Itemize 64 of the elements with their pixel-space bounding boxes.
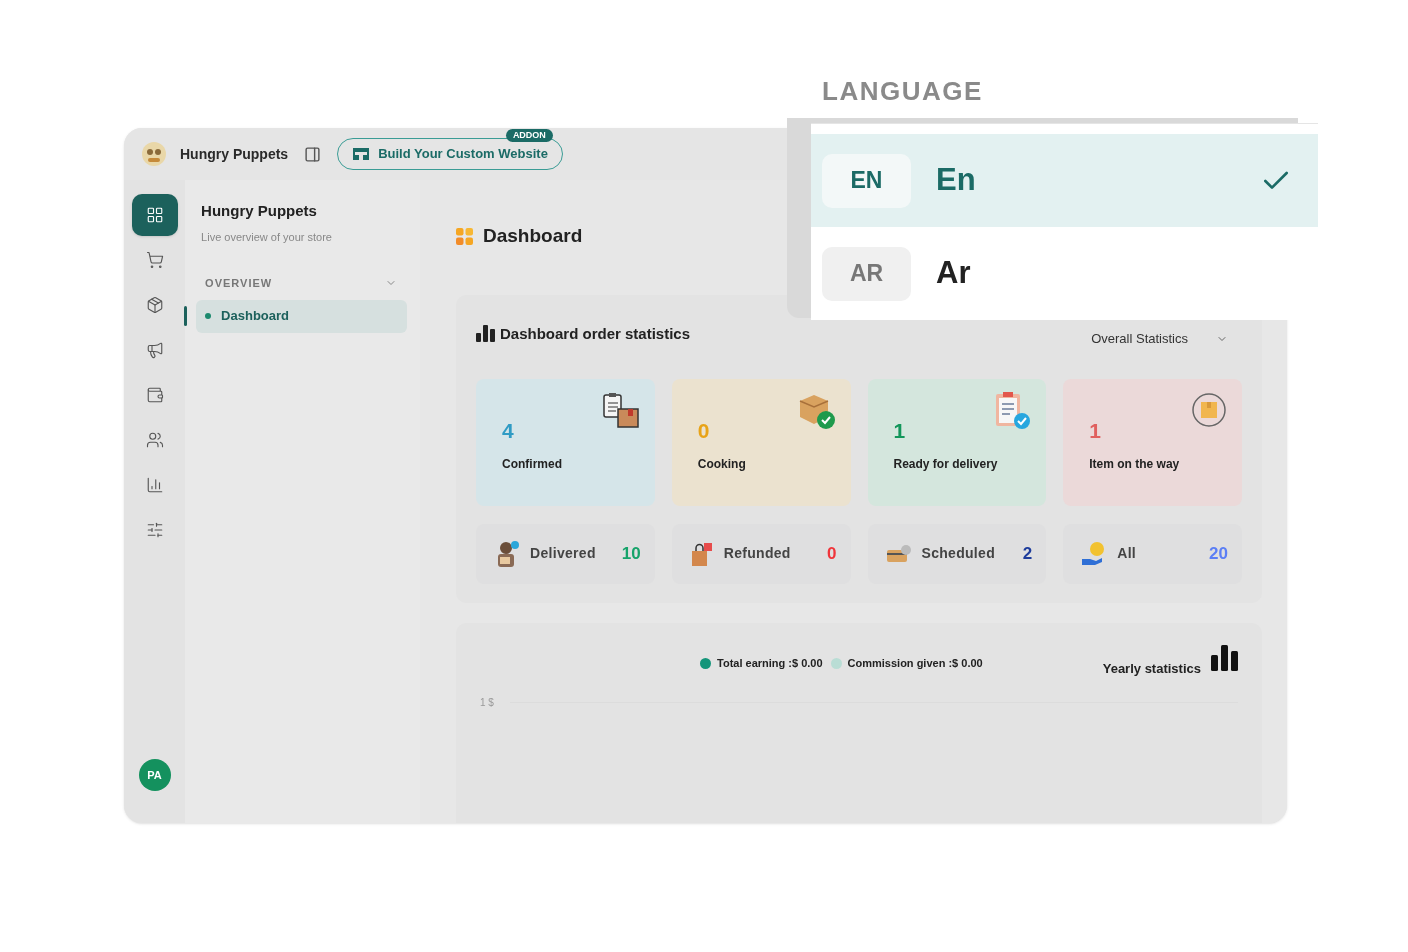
panel-toggle-icon[interactable] xyxy=(304,145,322,163)
language-option[interactable]: EN En xyxy=(811,134,1318,227)
bar-chart-icon xyxy=(1211,645,1238,671)
box-icon xyxy=(145,296,164,314)
shopping-bag-icon xyxy=(689,540,714,567)
status-count: 1 xyxy=(1089,418,1102,443)
wallet-icon xyxy=(145,386,164,404)
status-count: 1 xyxy=(893,418,907,443)
chart-title: Yearly statistics xyxy=(1102,660,1201,678)
page-title: Dashboard xyxy=(483,223,583,248)
users-icon xyxy=(145,431,164,449)
status-label: Confirmed xyxy=(502,455,563,473)
status-tile[interactable]: All 20 xyxy=(1063,523,1242,584)
nav-item[interactable]: Dashboard xyxy=(196,299,407,333)
rail-button[interactable] xyxy=(131,194,178,236)
tile-label: Refunded xyxy=(723,544,791,563)
active-indicator xyxy=(184,305,188,326)
status-tile[interactable]: Delivered 10 xyxy=(476,523,655,584)
tile-label: Scheduled xyxy=(921,544,995,563)
status-count: 0 xyxy=(697,418,711,443)
language-label: Ar xyxy=(936,254,972,293)
language-code: EN xyxy=(822,153,911,208)
status-card[interactable]: 4 Confirmed xyxy=(476,378,655,506)
status-card[interactable]: 0 Cooking xyxy=(671,378,851,506)
bar-chart-icon xyxy=(476,325,495,343)
card-icon xyxy=(885,543,912,564)
status-label: Item on the way xyxy=(1089,455,1181,473)
tile-count: 20 xyxy=(1209,542,1228,565)
megaphone-icon xyxy=(145,341,164,359)
cart-icon xyxy=(145,251,164,269)
bullet-icon xyxy=(205,313,212,319)
legend-label: Commission given :$ 0.00 xyxy=(847,656,983,671)
status-card[interactable]: 1 Ready for delivery xyxy=(867,378,1047,506)
box-cycle-icon xyxy=(1190,390,1228,429)
status-tile[interactable]: Refunded 0 xyxy=(671,523,851,584)
logo-icon xyxy=(140,140,168,168)
sidebar-subtitle: Live overview of your store xyxy=(200,229,333,245)
status-tile[interactable]: Scheduled 2 xyxy=(867,523,1047,584)
addon-badge: ADDON xyxy=(505,129,553,142)
avatar[interactable]: PA xyxy=(138,759,171,791)
clipboard-box-icon xyxy=(600,390,641,431)
dashboard-icon xyxy=(456,227,473,245)
sidebar-title: Hungry Puppets xyxy=(200,201,318,221)
status-label: Ready for delivery xyxy=(893,455,999,473)
status-card[interactable]: 1 Item on the way xyxy=(1063,378,1242,506)
bar-chart-icon xyxy=(145,476,164,494)
status-label: Cooking xyxy=(697,455,747,473)
sliders-icon xyxy=(145,521,164,539)
tile-count: 10 xyxy=(621,542,641,565)
tile-label: Delivered xyxy=(530,544,596,563)
language-code: AR xyxy=(822,246,911,301)
grid-icon xyxy=(145,206,164,224)
axis-label: 1 $ xyxy=(480,695,494,710)
legend-label: Total earning :$ 0.00 xyxy=(717,656,823,671)
tile-count: 0 xyxy=(827,542,837,565)
store-name: Hungry Puppets xyxy=(180,144,289,164)
status-count: 4 xyxy=(502,418,515,443)
language-heading: LANGUAGE xyxy=(822,75,983,108)
tile-label: All xyxy=(1117,544,1137,563)
language-label: En xyxy=(936,161,977,200)
tile-count: 2 xyxy=(1022,542,1033,565)
section-heading: OVERVIEW xyxy=(205,276,273,291)
card-title: Dashboard order statistics xyxy=(500,323,691,344)
statistics-dropdown[interactable]: Overall Statistics xyxy=(1091,329,1228,349)
